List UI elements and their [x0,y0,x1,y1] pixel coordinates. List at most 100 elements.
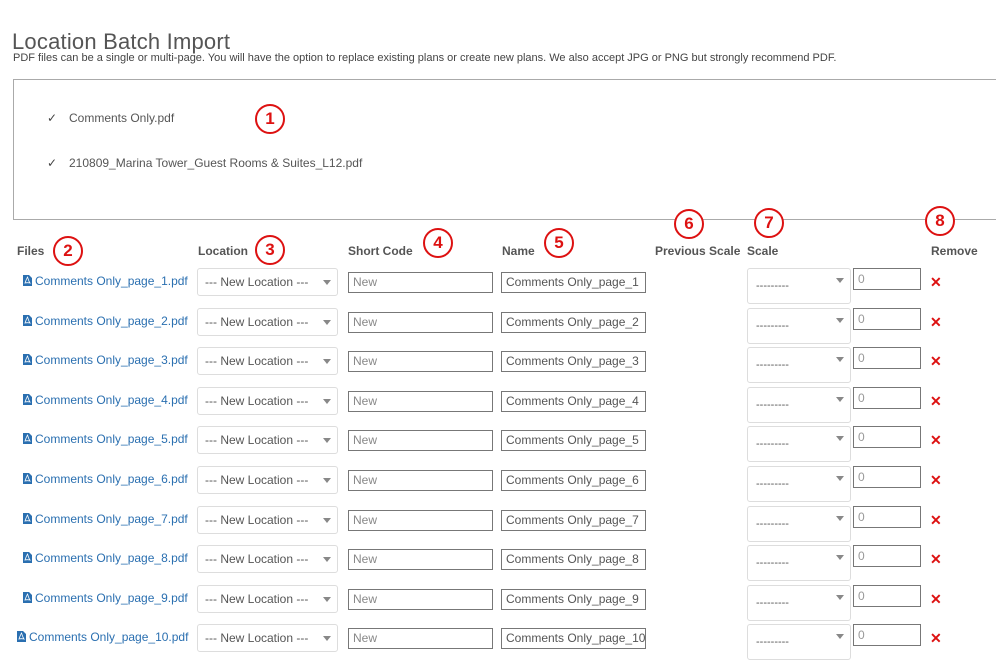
location-select[interactable]: --- New Location --- [197,347,338,375]
scale-select[interactable]: --------- [747,545,851,581]
file-link[interactable]: Comments Only_page_4.pdf [23,393,188,407]
location-select-value: --- New Location --- [205,592,309,606]
chevron-down-icon [836,595,844,600]
file-link[interactable]: Comments Only_page_8.pdf [23,551,188,565]
short-code-input[interactable]: New [348,470,493,491]
scale-select[interactable]: --------- [747,347,851,383]
short-code-input[interactable]: New [348,391,493,412]
scale-value: 0 [858,510,865,524]
short-code-value: New [353,394,378,408]
remove-row-button[interactable]: ✕ [930,353,942,370]
scale-value-input[interactable]: 0 [853,506,921,528]
scale-value-input[interactable]: 0 [853,466,921,488]
location-select[interactable]: --- New Location --- [197,426,338,454]
column-header-previous-scale: Previous Scale [655,244,741,258]
scale-value: 0 [858,351,865,365]
location-select[interactable]: --- New Location --- [197,387,338,415]
scale-select[interactable]: --------- [747,426,851,462]
file-link[interactable]: Comments Only_page_7.pdf [23,512,188,526]
scale-value-input[interactable]: 0 [853,308,921,330]
short-code-value: New [353,592,378,606]
file-link[interactable]: Comments Only_page_5.pdf [23,432,188,446]
file-link[interactable]: Comments Only_page_3.pdf [23,353,188,367]
name-input[interactable]: Comments Only_page_1 [501,272,646,293]
scale-value-input[interactable]: 0 [853,268,921,290]
scale-select[interactable]: --------- [747,624,851,660]
short-code-input[interactable]: New [348,351,493,372]
table-row: Comments Only_page_6.pdf --- New Location… [0,466,996,502]
name-input[interactable]: Comments Only_page_4 [501,391,646,412]
chevron-down-icon [836,555,844,560]
name-input[interactable]: Comments Only_page_5 [501,430,646,451]
scale-value-input[interactable]: 0 [853,426,921,448]
file-link[interactable]: Comments Only_page_1.pdf [23,274,188,288]
scale-select[interactable]: --------- [747,308,851,344]
remove-row-button[interactable]: ✕ [930,630,942,647]
location-select-value: --- New Location --- [205,354,309,368]
table-row: Comments Only_page_5.pdf --- New Location… [0,426,996,462]
scale-value-input[interactable]: 0 [853,387,921,409]
name-input[interactable]: Comments Only_page_3 [501,351,646,372]
remove-row-button[interactable]: ✕ [930,393,942,410]
short-code-input[interactable]: New [348,510,493,531]
remove-row-button[interactable]: ✕ [930,314,942,331]
short-code-input[interactable]: New [348,312,493,333]
remove-row-button[interactable]: ✕ [930,274,942,291]
remove-row-button[interactable]: ✕ [930,512,942,529]
location-select[interactable]: --- New Location --- [197,506,338,534]
short-code-input[interactable]: New [348,589,493,610]
remove-row-button[interactable]: ✕ [930,551,942,568]
location-select[interactable]: --- New Location --- [197,308,338,336]
scale-value: 0 [858,430,865,444]
scale-value-input[interactable]: 0 [853,545,921,567]
short-code-input[interactable]: New [348,430,493,451]
remove-row-button[interactable]: ✕ [930,591,942,608]
scale-select[interactable]: --------- [747,268,851,304]
name-input[interactable]: Comments Only_page_10 [501,628,646,649]
location-select[interactable]: --- New Location --- [197,268,338,296]
chevron-down-icon [836,397,844,402]
scale-select[interactable]: --------- [747,585,851,621]
name-input[interactable]: Comments Only_page_7 [501,510,646,531]
file-link[interactable]: Comments Only_page_9.pdf [23,591,188,605]
chevron-down-icon [836,476,844,481]
callout-7: 7 [754,208,784,238]
name-input[interactable]: Comments Only_page_8 [501,549,646,570]
scale-value-input[interactable]: 0 [853,624,921,646]
name-input[interactable]: Comments Only_page_9 [501,589,646,610]
location-select[interactable]: --- New Location --- [197,585,338,613]
remove-row-button[interactable]: ✕ [930,472,942,489]
file-name: Comments Only_page_5.pdf [35,432,188,446]
name-value: Comments Only_page_10 [506,631,646,645]
scale-select[interactable]: --------- [747,506,851,542]
scale-value: 0 [858,628,865,642]
file-link[interactable]: Comments Only_page_2.pdf [23,314,188,328]
location-select[interactable]: --- New Location --- [197,545,338,573]
scale-select-value: --------- [756,320,789,332]
scale-value-input[interactable]: 0 [853,347,921,369]
file-link[interactable]: Comments Only_page_10.pdf [17,630,188,644]
name-value: Comments Only_page_2 [506,315,639,329]
short-code-input[interactable]: New [348,549,493,570]
chevron-down-icon [323,478,331,483]
scale-value-input[interactable]: 0 [853,585,921,607]
location-select[interactable]: --- New Location --- [197,624,338,652]
chevron-down-icon [836,278,844,283]
file-link[interactable]: Comments Only_page_6.pdf [23,472,188,486]
file-name: Comments Only_page_1.pdf [35,274,188,288]
short-code-value: New [353,433,378,447]
table-row: Comments Only_page_8.pdf --- New Location… [0,545,996,581]
remove-row-button[interactable]: ✕ [930,432,942,449]
file-drop-zone[interactable]: ✓ Comments Only.pdf ✓ 210809_Marina Tower_… [13,79,996,220]
location-select-value: --- New Location --- [205,433,309,447]
short-code-input[interactable]: New [348,628,493,649]
table-row: Comments Only_page_2.pdf --- New Location… [0,308,996,344]
location-select[interactable]: --- New Location --- [197,466,338,494]
scale-select[interactable]: --------- [747,387,851,423]
scale-select[interactable]: --------- [747,466,851,502]
name-value: Comments Only_page_4 [506,394,639,408]
short-code-input[interactable]: New [348,272,493,293]
name-input[interactable]: Comments Only_page_2 [501,312,646,333]
checkmark-icon: ✓ [47,156,58,170]
name-input[interactable]: Comments Only_page_6 [501,470,646,491]
